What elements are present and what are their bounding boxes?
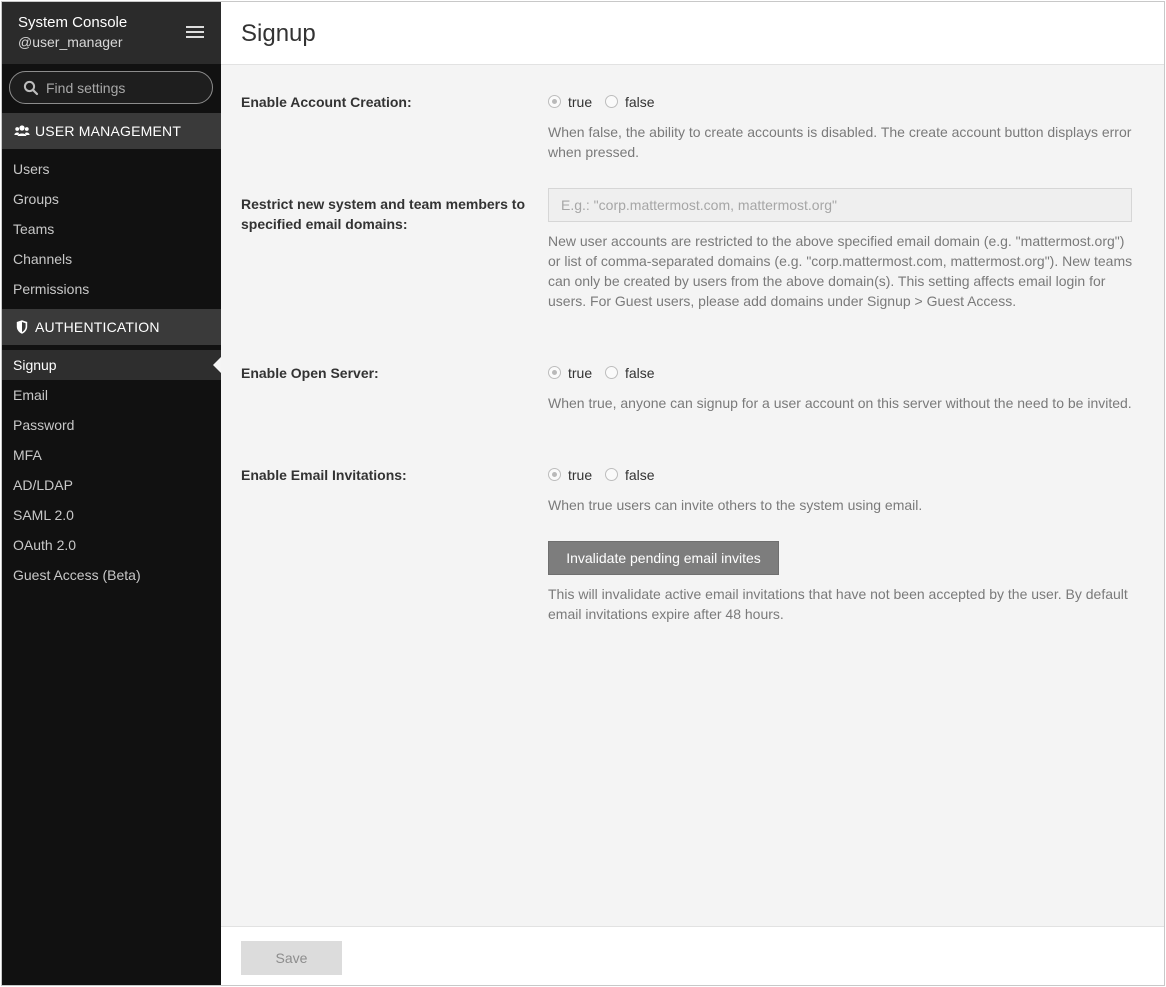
email-invitations-true-radio[interactable]	[548, 468, 561, 481]
radio-label-true: true	[568, 94, 593, 110]
sidebar-item-guest-access[interactable]: Guest Access (Beta)	[2, 560, 221, 590]
restrict-domains-input[interactable]	[548, 188, 1132, 222]
sidebar-item-ad-ldap[interactable]: AD/LDAP	[2, 470, 221, 500]
app-window: System Console @user_manager USER MA	[1, 1, 1165, 986]
account-creation-false-radio[interactable]	[605, 95, 618, 108]
hamburger-icon[interactable]	[186, 26, 204, 40]
sidebar-item-saml[interactable]: SAML 2.0	[2, 500, 221, 530]
radio-label-true: true	[568, 467, 593, 483]
page-title: Signup	[241, 20, 316, 47]
open-server-true-radio[interactable]	[548, 366, 561, 379]
search-box[interactable]	[9, 71, 213, 104]
account-creation-true-radio[interactable]	[548, 95, 561, 108]
restrict-domains-help: New user accounts are restricted to the …	[548, 233, 1133, 309]
search-input[interactable]	[46, 78, 206, 98]
sidebar-item-users[interactable]: Users	[2, 154, 221, 184]
radio-label-false: false	[625, 365, 655, 381]
section-header-label: AUTHENTICATION	[35, 319, 160, 335]
footer-bar: Save	[221, 926, 1164, 985]
sidebar-item-oauth[interactable]: OAuth 2.0	[2, 530, 221, 560]
username: @user_manager	[18, 34, 123, 50]
users-icon	[14, 125, 30, 136]
radio-label-false: false	[625, 467, 655, 483]
sidebar-item-permissions[interactable]: Permissions	[2, 274, 221, 304]
sidebar-item-mfa[interactable]: MFA	[2, 440, 221, 470]
radio-label-false: false	[625, 94, 655, 110]
shield-icon	[16, 320, 28, 334]
invalidate-invites-help: This will invalidate active email invita…	[548, 586, 1128, 622]
console-title: System Console	[18, 14, 128, 31]
section-user-management: USER MANAGEMENT	[2, 113, 221, 149]
main-content: Signup Enable Account Creation: true fal…	[221, 2, 1164, 985]
sidebar-header: System Console @user_manager	[2, 2, 221, 64]
sidebar-item-groups[interactable]: Groups	[2, 184, 221, 214]
page-header: Signup	[221, 2, 1164, 65]
open-server-help: When true, anyone can signup for a user …	[548, 395, 1132, 411]
email-invitations-help: When true users can invite others to the…	[548, 497, 923, 513]
email-invitations-label: Enable Email Invitations:	[241, 467, 407, 483]
sidebar: System Console @user_manager USER MA	[2, 2, 221, 985]
sidebar-item-password[interactable]: Password	[2, 410, 221, 440]
open-server-label: Enable Open Server:	[241, 365, 379, 381]
email-invitations-false-radio[interactable]	[605, 468, 618, 481]
sidebar-item-email[interactable]: Email	[2, 380, 221, 410]
section-header-label: USER MANAGEMENT	[35, 123, 182, 139]
restrict-domains-label: Restrict new system and team members to …	[241, 196, 525, 232]
account-creation-label: Enable Account Creation:	[241, 94, 412, 110]
sidebar-item-channels[interactable]: Channels	[2, 244, 221, 274]
search-icon	[23, 80, 39, 96]
sidebar-item-signup[interactable]: Signup	[2, 350, 221, 380]
radio-label-true: true	[568, 365, 593, 381]
invalidate-invites-button[interactable]: Invalidate pending email invites	[548, 541, 779, 575]
account-creation-help: When false, the ability to create accoun…	[548, 124, 1132, 160]
sidebar-item-teams[interactable]: Teams	[2, 214, 221, 244]
save-button[interactable]: Save	[241, 941, 342, 975]
open-server-false-radio[interactable]	[605, 366, 618, 379]
section-authentication: AUTHENTICATION	[2, 309, 221, 345]
